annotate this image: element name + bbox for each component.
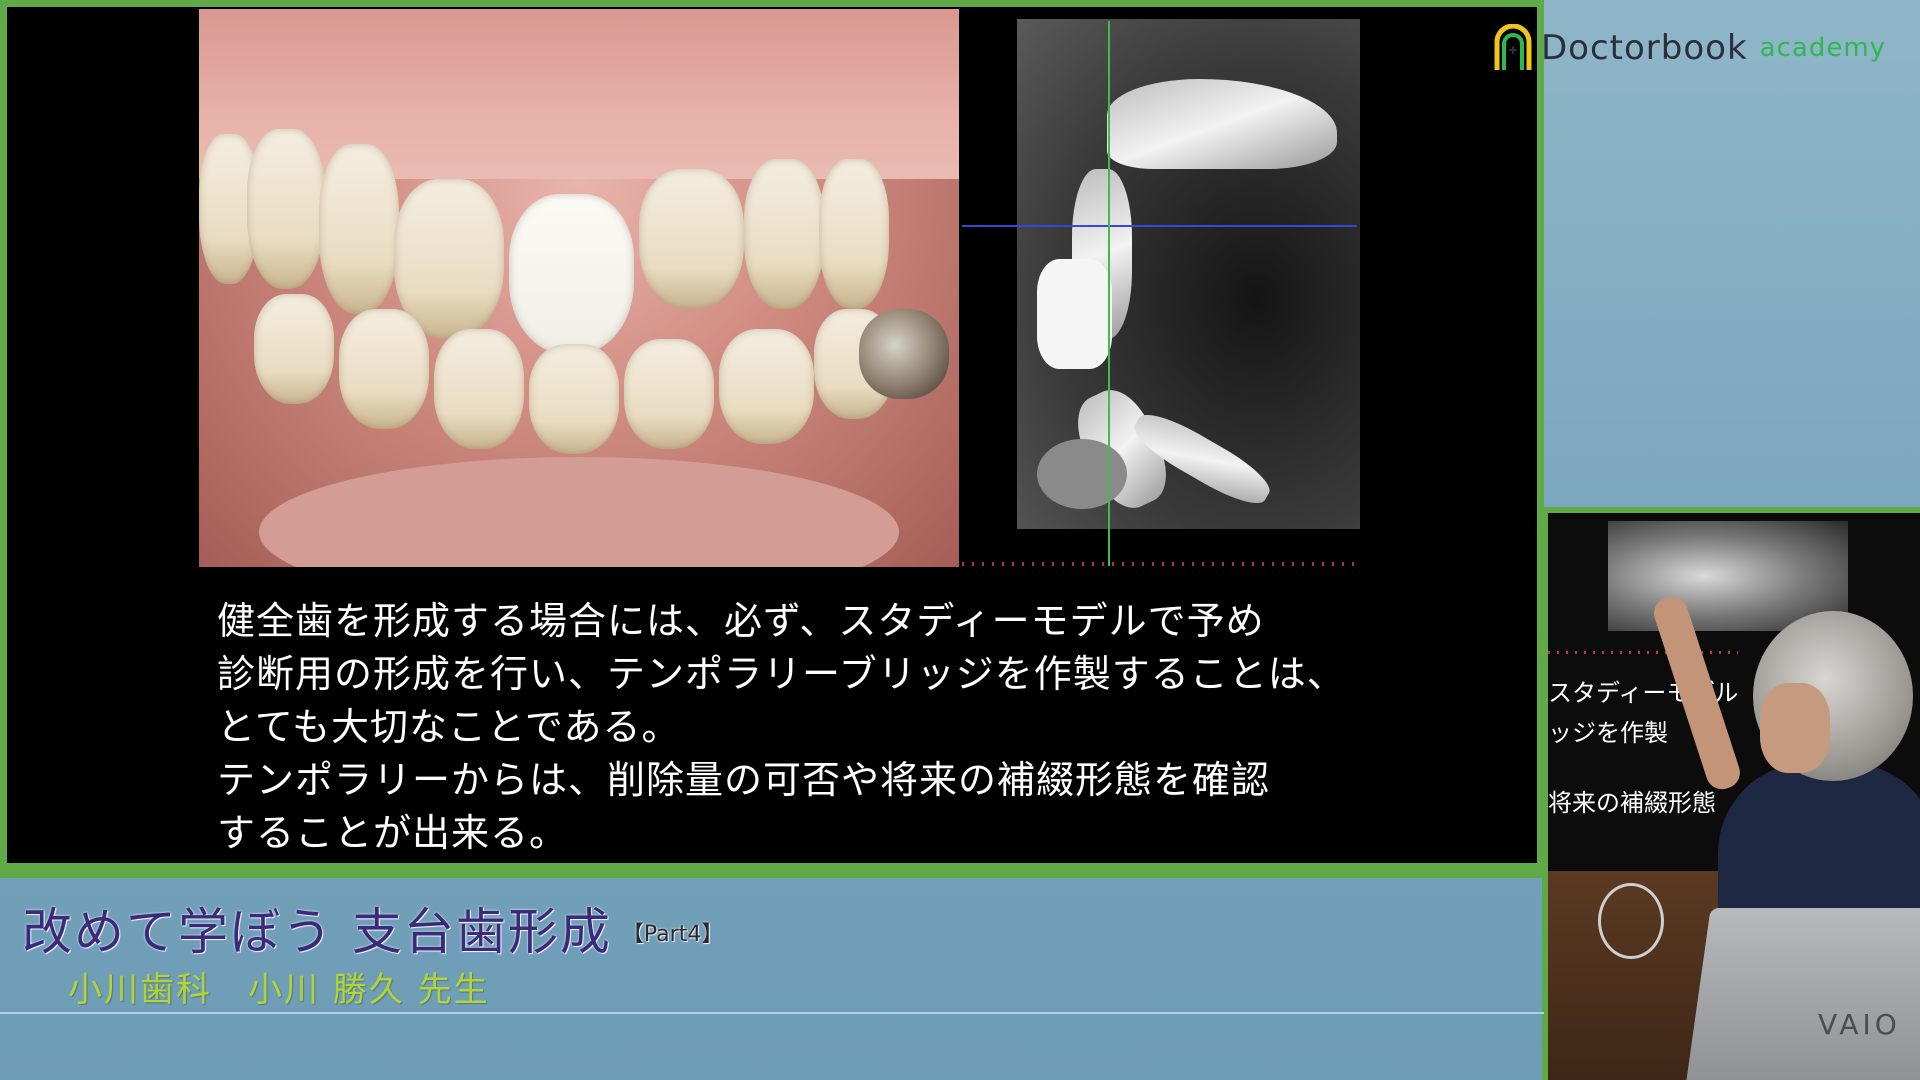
ct-scale-ruler (962, 562, 1357, 566)
caption-line: 診断用の形成を行い、テンポラリーブリッジを作製することは、 (217, 652, 1346, 696)
brand-name: Doctorbook (1541, 28, 1748, 68)
caption-line: とても大切なことである。 (217, 705, 681, 749)
lecture-part: 【Part4】 (621, 922, 724, 947)
lecture-slide: 健全歯を形成する場合には、必ず、スタディーモデルで予め 診断用の形成を行い、テン… (0, 0, 1544, 870)
brand-logo: Doctorbook academy (1493, 22, 1886, 74)
ct-horizontal-guide (962, 225, 1357, 227)
band-divider (0, 870, 1544, 878)
ct-scan-image (1017, 19, 1360, 529)
presenter-camera: スタディーモデル ッジを作製 将来の補綴形態 VAIO (1542, 507, 1920, 1080)
lecture-title-text: 改めて学ぼう 支台歯形成 (22, 903, 612, 961)
eyeglasses (1598, 883, 1664, 959)
presenter-name: 小川 勝久 先生 (248, 970, 490, 1010)
brand-sub: academy (1759, 33, 1887, 63)
lecturer-info: 小川歯科 小川 勝久 先生 (68, 962, 490, 1011)
projected-text: ッジを作製 (1548, 719, 1668, 747)
caption-line: テンポラリーからは、削除量の可否や将来の補綴形態を確認 (217, 758, 1271, 802)
caption-line: することが出来る。 (217, 811, 569, 855)
metal-crown (859, 309, 949, 399)
caption-line: 健全歯を形成する場合には、必ず、スタディーモデルで予め (217, 599, 1265, 643)
band-rule (0, 1012, 1544, 1014)
clinic-name: 小川歯科 (68, 970, 212, 1010)
projected-text: 将来の補綴形態 (1548, 789, 1716, 817)
slide-caption: 健全歯を形成する場合には、必ず、スタディーモデルで予め 診断用の形成を行い、テン… (217, 595, 1367, 860)
ct-vertical-guide (1108, 21, 1110, 566)
laptop-logo: VAIO (1818, 1008, 1901, 1041)
laptop (1685, 908, 1920, 1080)
presenter-face (1760, 683, 1830, 773)
lecture-title: 改めて学ぼう 支台歯形成 【Part4】 (22, 892, 723, 964)
doctorbook-logo-icon (1494, 24, 1532, 70)
intraoral-photo (199, 9, 959, 567)
